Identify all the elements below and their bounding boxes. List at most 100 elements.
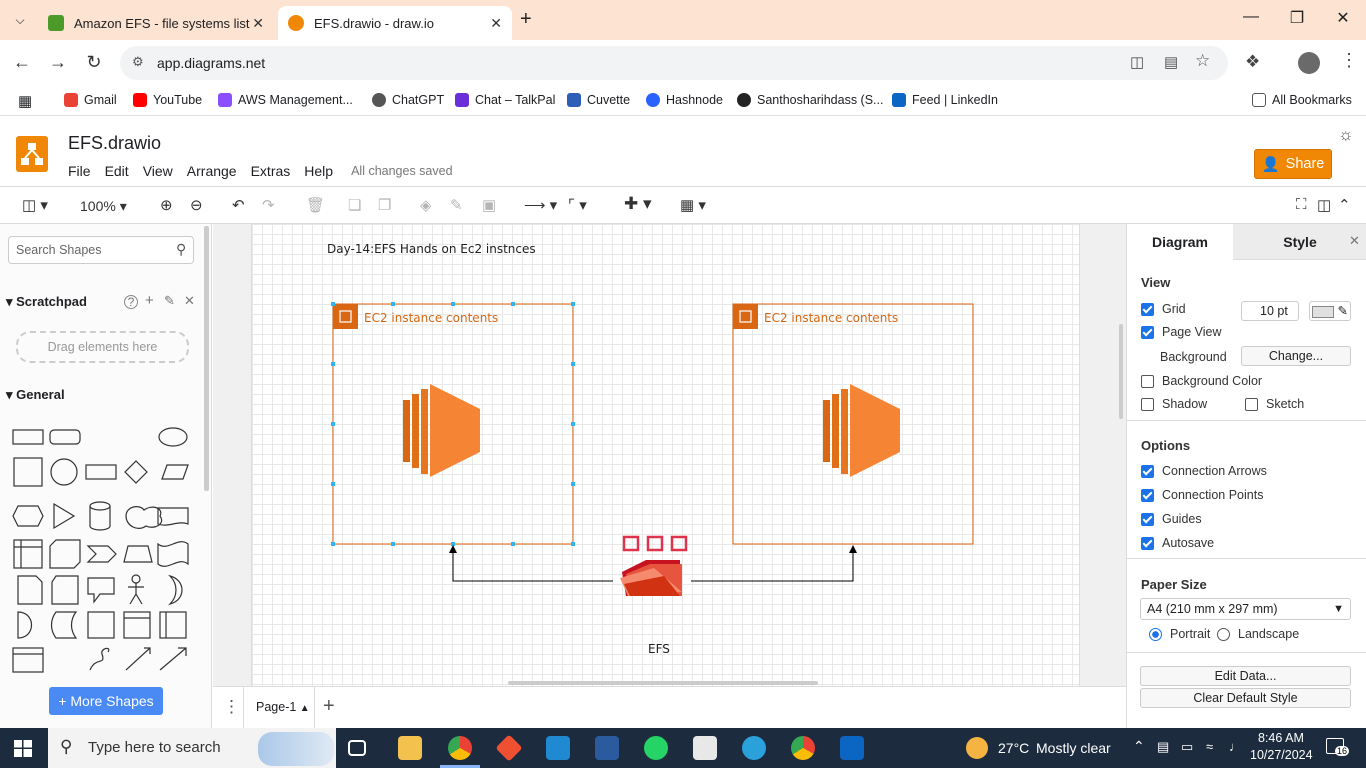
more-shapes-button[interactable]: + More Shapes (49, 687, 163, 715)
file-explorer-icon[interactable] (398, 736, 422, 760)
whatsapp-icon[interactable] (644, 736, 668, 760)
ec2-instance-icon-left[interactable] (403, 384, 480, 477)
ec2-instance-icon-right[interactable] (823, 384, 900, 477)
bookmark-chatgpt[interactable]: ChatGPT (372, 93, 444, 107)
theme-sun-icon[interactable]: ☼ (1338, 125, 1354, 145)
bookmark-youtube[interactable]: YouTube (133, 93, 202, 107)
insert-plus-icon[interactable]: ✚ ▾ (624, 194, 652, 214)
shadow-icon[interactable]: ▣ (482, 196, 496, 214)
menu-arrange[interactable]: Arrange (187, 163, 237, 179)
close-panel-icon[interactable]: ✕ (1349, 233, 1360, 249)
bookmark-hashnode[interactable]: Hashnode (646, 93, 723, 107)
scratchpad-close-icon[interactable]: ✕ (184, 293, 195, 309)
to-back-icon[interactable]: ❐ (378, 196, 391, 214)
group-label-left[interactable]: EC2 instance contents (364, 311, 498, 325)
background-color-checkbox[interactable]: Background Color (1141, 374, 1262, 388)
connection-points-checkbox[interactable]: Connection Points (1141, 488, 1263, 502)
delete-icon[interactable]: 🗑 (306, 196, 325, 214)
tray-chevron-icon[interactable]: ⌃ (1133, 738, 1145, 755)
bookmark-star-icon[interactable]: ☆ (1195, 51, 1210, 71)
change-background-button[interactable]: Change... (1241, 346, 1351, 366)
general-shapes-grid[interactable] (8, 416, 198, 676)
minimize-icon[interactable]: — (1228, 8, 1274, 26)
battery-icon[interactable]: ▭ (1181, 739, 1193, 755)
all-bookmarks[interactable]: All Bookmarks (1252, 93, 1352, 107)
file-title[interactable]: EFS.drawio (68, 133, 161, 154)
powershell-icon[interactable] (595, 736, 619, 760)
linkedin-taskbar-icon[interactable] (840, 736, 864, 760)
horizontal-scrollbar[interactable] (508, 681, 818, 685)
efs-icon[interactable] (620, 535, 688, 596)
group-label-right[interactable]: EC2 instance contents (764, 311, 898, 325)
bookmark-talkpal[interactable]: Chat – TalkPal (455, 93, 555, 107)
autosave-checkbox[interactable]: Autosave (1141, 536, 1214, 550)
scratchpad-edit-icon[interactable]: ✎ (164, 293, 175, 309)
url-text[interactable]: app.diagrams.net (157, 55, 265, 71)
diagram-page[interactable]: Day-14:EFS Hands on Ec2 instnces EC2 ins… (251, 224, 1080, 686)
redo-icon[interactable]: ↷ (262, 196, 275, 214)
shapes-scrollbar[interactable] (204, 226, 209, 491)
table-icon[interactable]: ▦ ▾ (680, 196, 706, 214)
grid-checkbox[interactable]: Grid (1141, 302, 1186, 316)
extensions-icon[interactable]: ❖ (1245, 52, 1260, 72)
install-app-icon[interactable]: ◫ (1130, 53, 1144, 71)
grid-size-input[interactable]: 10 pt (1241, 301, 1299, 321)
new-tab-button[interactable]: + (520, 8, 532, 31)
window-close-icon[interactable]: ✕ (1320, 8, 1366, 28)
share-button[interactable]: 👤 Share (1254, 149, 1332, 179)
menu-extras[interactable]: Extras (251, 163, 291, 179)
guides-checkbox[interactable]: Guides (1141, 512, 1202, 526)
grid-color-swatch[interactable]: ✎ (1309, 301, 1351, 321)
restore-icon[interactable]: ❐ (1274, 8, 1320, 28)
site-info-icon[interactable]: ⚙ (132, 54, 144, 70)
menu-edit[interactable]: Edit (105, 163, 129, 179)
format-panel-toggle-icon[interactable]: ◫ ▾ (22, 196, 48, 214)
bookmark-gmail[interactable]: Gmail (64, 93, 117, 107)
network-icon[interactable]: ▤ (1157, 739, 1169, 755)
connection-arrows-checkbox[interactable]: Connection Arrows (1141, 464, 1267, 478)
connector-efs-to-right[interactable] (691, 545, 857, 582)
telegram-icon[interactable] (742, 736, 766, 760)
panel-toggle-icon[interactable]: ◫ (1317, 196, 1331, 214)
weather-desc[interactable]: Mostly clear (1036, 740, 1111, 756)
fullscreen-icon[interactable]: ⛶ (1296, 196, 1307, 213)
apps-grid-icon[interactable]: ▦ (18, 92, 32, 110)
bookmark-linkedin[interactable]: Feed | LinkedIn (892, 93, 998, 107)
connector-efs-to-left[interactable] (449, 545, 613, 582)
notepad-icon[interactable] (693, 736, 717, 760)
tab-drawio[interactable]: EFS.drawio - draw.io ✕ (278, 6, 512, 40)
connection-icon[interactable]: ⟶ ▾ (524, 196, 557, 214)
zoom-out-icon[interactable]: ⊖ (190, 196, 203, 214)
tab-search-button[interactable]: ⌵ (10, 10, 30, 30)
landscape-radio[interactable]: Landscape (1217, 627, 1299, 641)
weather-temp[interactable]: 27°C (998, 740, 1029, 756)
general-header[interactable]: ▾ General (6, 387, 65, 403)
taskbar-search-input[interactable]: ⚲ Type here to search (48, 728, 336, 768)
page-view-checkbox[interactable]: Page View (1141, 325, 1222, 339)
shadow-checkbox[interactable]: Shadow (1141, 397, 1207, 411)
collapse-chevron-icon[interactable]: ⌃ (1338, 196, 1351, 214)
volume-icon[interactable]: ♩ (1229, 739, 1242, 754)
chrome-taskbar-icon[interactable] (448, 736, 472, 760)
bookmark-github[interactable]: Santhosharihdass (S... (737, 93, 883, 107)
address-bar[interactable]: ⚙ app.diagrams.net ◫ ▤ ☆ (120, 46, 1228, 80)
profile-avatar[interactable] (1298, 52, 1320, 74)
vertical-scrollbar[interactable] (1119, 324, 1123, 419)
tab-style[interactable]: Style (1233, 224, 1366, 260)
menu-help[interactable]: Help (304, 163, 333, 179)
sketch-checkbox[interactable]: Sketch (1245, 397, 1304, 411)
to-front-icon[interactable]: ❏ (348, 196, 361, 214)
git-icon[interactable] (495, 734, 523, 762)
search-icon[interactable]: ⚲ (176, 241, 186, 258)
scratchpad-dropzone[interactable]: Drag elements here (16, 331, 189, 363)
reload-icon[interactable]: ↻ (82, 52, 106, 73)
zoom-in-icon[interactable]: ⊕ (160, 196, 173, 214)
paper-size-select[interactable]: A4 (210 mm x 297 mm) ▼ (1140, 598, 1351, 620)
undo-icon[interactable]: ↶ (232, 196, 245, 214)
task-view-icon[interactable] (348, 740, 366, 756)
scratchpad-help-icon[interactable]: ? (124, 295, 138, 309)
clock-time[interactable]: 8:46 AM (1258, 731, 1304, 745)
scratchpad-header[interactable]: ▾ Scratchpad (6, 294, 87, 310)
menu-file[interactable]: File (68, 163, 91, 179)
bookmark-cuvette[interactable]: Cuvette (567, 93, 630, 107)
